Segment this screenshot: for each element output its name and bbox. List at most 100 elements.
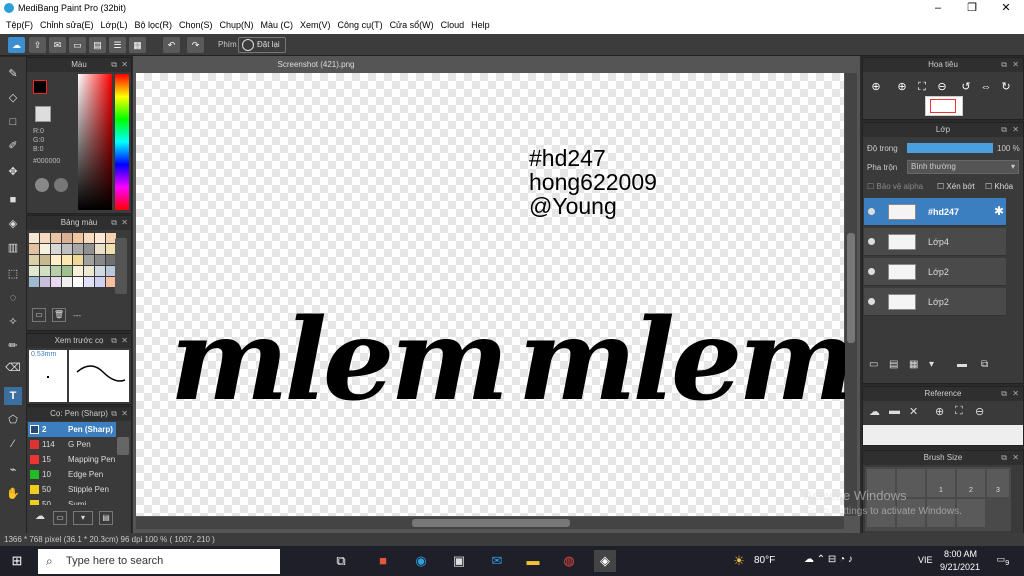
delete-palette-icon[interactable]: 🗑 bbox=[52, 308, 66, 322]
palette-swatch[interactable] bbox=[40, 277, 50, 287]
close-button[interactable]: ✕ bbox=[989, 0, 1023, 17]
cloud-brush-icon[interactable]: ☁ bbox=[33, 511, 47, 525]
minimize-button[interactable]: – bbox=[921, 0, 955, 17]
lock-checkbox[interactable]: ☐ Khóa bbox=[985, 182, 1013, 191]
brush-settings-icon[interactable]: ▤ bbox=[99, 511, 113, 525]
layer-mask-icon[interactable]: ▦ bbox=[909, 359, 918, 370]
store-icon[interactable]: ▣ bbox=[448, 550, 470, 572]
panel-close-icon[interactable]: ✕ bbox=[1012, 451, 1019, 465]
redo-icon[interactable]: ↷ bbox=[187, 37, 204, 53]
opacity-slider[interactable] bbox=[907, 143, 993, 153]
share-icon[interactable]: ⇪ bbox=[29, 37, 46, 53]
bucket-tool-icon[interactable]: ◈ bbox=[4, 215, 22, 233]
brush-list-scrollbar[interactable] bbox=[117, 437, 129, 455]
palette-swatch[interactable] bbox=[40, 233, 50, 243]
eye-icon[interactable] bbox=[868, 208, 875, 215]
menu-tools[interactable]: Công cụ(T) bbox=[338, 17, 390, 34]
palette-swatch[interactable] bbox=[84, 233, 94, 243]
zoom-out-icon[interactable]: ⊖ bbox=[975, 405, 984, 418]
menu-cloud[interactable]: Cloud bbox=[441, 17, 472, 34]
palette-swatch[interactable] bbox=[73, 244, 83, 254]
palette-swatch[interactable] bbox=[73, 233, 83, 243]
menu-snap[interactable]: Chụp(N) bbox=[220, 17, 261, 34]
palette-swatch[interactable] bbox=[29, 277, 39, 287]
clock-date[interactable]: 9/21/2021 bbox=[940, 562, 980, 572]
zoom-in-icon[interactable]: ⊕ bbox=[935, 405, 944, 418]
select-tool-icon[interactable]: ⬚ bbox=[4, 265, 22, 283]
duplicate-layer-icon[interactable]: ▤ bbox=[889, 359, 898, 370]
popout-icon[interactable]: ⧉ bbox=[111, 407, 117, 421]
move-tool-icon[interactable]: ✥ bbox=[4, 163, 22, 181]
hue-slider[interactable] bbox=[115, 74, 129, 210]
layer-row[interactable]: Lớp2 bbox=[864, 258, 1006, 286]
menu-file[interactable]: Tệp(F) bbox=[6, 17, 40, 34]
palette-swatch[interactable] bbox=[73, 266, 83, 276]
palette-swatch[interactable] bbox=[84, 244, 94, 254]
list-icon[interactable]: ☰ bbox=[109, 37, 126, 53]
panel-close-icon[interactable]: ✕ bbox=[1012, 387, 1019, 401]
menu-color[interactable]: Màu (C) bbox=[261, 17, 301, 34]
panel-close-icon[interactable]: ✕ bbox=[121, 334, 128, 348]
add-layer-menu-icon[interactable]: ▾ bbox=[929, 359, 934, 370]
palette-swatch[interactable] bbox=[29, 255, 39, 265]
grid-icon[interactable]: ▦ bbox=[129, 37, 146, 53]
menu-filter[interactable]: Bộ lọc(R) bbox=[134, 17, 179, 34]
zoom-out-icon[interactable]: ⊖ bbox=[931, 76, 953, 98]
flip-icon[interactable]: ⇔ bbox=[975, 76, 997, 98]
palette-swatch[interactable] bbox=[51, 244, 61, 254]
palette-swatch[interactable] bbox=[84, 266, 94, 276]
select-eraser-icon[interactable]: ⌫ bbox=[4, 359, 22, 377]
clip-checkbox[interactable]: ☐ Xén bớt bbox=[937, 182, 975, 191]
layer-row[interactable]: Lớp2 bbox=[864, 288, 1006, 316]
palette-scrollbar[interactable] bbox=[115, 238, 127, 294]
windows-start-icon[interactable]: ⊞ bbox=[6, 550, 28, 572]
palette-swatch[interactable] bbox=[40, 255, 50, 265]
panel-close-icon[interactable]: ✕ bbox=[121, 58, 128, 72]
layer-row[interactable]: Lớp4 bbox=[864, 228, 1006, 256]
panel-close-icon[interactable]: ✕ bbox=[1012, 123, 1019, 137]
navigator-viewport[interactable] bbox=[930, 99, 956, 113]
undo-icon[interactable]: ↶ bbox=[163, 37, 180, 53]
palette-swatch[interactable] bbox=[95, 266, 105, 276]
palette-swatch[interactable] bbox=[40, 244, 50, 254]
language-indicator[interactable]: VIE bbox=[918, 555, 933, 565]
eyedropper-tool-icon[interactable]: ⁄ bbox=[4, 435, 22, 453]
comment-icon[interactable]: ✉ bbox=[49, 37, 66, 53]
popout-icon[interactable]: ⧉ bbox=[1001, 387, 1007, 401]
popout-icon[interactable]: ⧉ bbox=[1001, 58, 1007, 72]
popout-icon[interactable]: ⧉ bbox=[111, 216, 117, 230]
vertical-scrollbar[interactable] bbox=[845, 73, 857, 516]
palette-swatch[interactable] bbox=[84, 277, 94, 287]
system-tray-icons[interactable]: ☁ ⌃ ⊟ ◔ ♪ bbox=[804, 554, 853, 565]
palette-swatch[interactable] bbox=[73, 255, 83, 265]
transparent-color-swatch[interactable] bbox=[35, 106, 51, 122]
eye-icon[interactable] bbox=[868, 298, 875, 305]
text-tool-icon[interactable]: T bbox=[4, 387, 22, 405]
gear-icon[interactable]: ✱ bbox=[994, 204, 1004, 218]
palette-swatch[interactable] bbox=[51, 233, 61, 243]
horizontal-scroll-thumb[interactable] bbox=[412, 519, 570, 527]
cloud-reference-icon[interactable]: ☁ bbox=[869, 405, 880, 418]
maximize-button[interactable]: ❐ bbox=[955, 0, 989, 17]
picker-tool-icon[interactable]: ⌁ bbox=[4, 461, 22, 479]
cloud-icon[interactable]: ☁ bbox=[8, 37, 25, 53]
protect-alpha-checkbox[interactable]: ☐ Bảo vệ alpha bbox=[867, 182, 923, 191]
open-folder-icon[interactable]: ▬ bbox=[889, 405, 900, 417]
palette-swatch[interactable] bbox=[29, 266, 39, 276]
eraser-tool-icon[interactable]: ◇ bbox=[4, 89, 22, 107]
zoom-in-alt-icon[interactable]: ⊕ bbox=[891, 76, 913, 98]
palette-swatch[interactable] bbox=[62, 244, 72, 254]
color-settings-icon[interactable] bbox=[54, 178, 68, 192]
folder-icon[interactable]: ▬ bbox=[957, 359, 967, 370]
notification-icon[interactable]: ▭9 bbox=[996, 554, 1010, 568]
new-layer-icon[interactable]: ▭ bbox=[869, 359, 878, 370]
popout-icon[interactable]: ⧉ bbox=[111, 58, 117, 72]
reset-button[interactable]: Đặt lại bbox=[238, 37, 286, 53]
office-icon[interactable]: ■ bbox=[372, 550, 394, 572]
weather-temp[interactable]: 80°F bbox=[754, 555, 775, 566]
primary-color-swatch[interactable] bbox=[33, 80, 47, 94]
gradient-tool-icon[interactable]: ▥ bbox=[4, 239, 22, 257]
menu-window[interactable]: Cửa sổ(W) bbox=[390, 17, 441, 34]
brush-tool-icon[interactable]: ✎ bbox=[4, 65, 22, 83]
palette-swatch[interactable] bbox=[95, 233, 105, 243]
